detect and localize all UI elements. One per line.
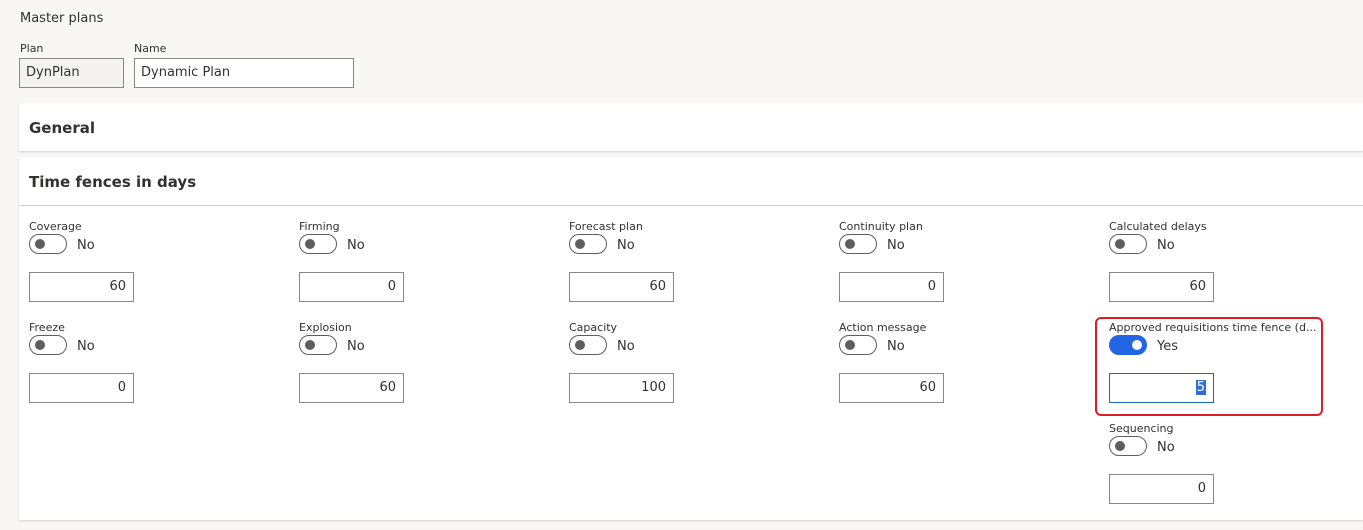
- page-title: Master plans: [20, 11, 104, 26]
- capacity-toggle[interactable]: [569, 335, 607, 355]
- coverage-toggle[interactable]: [29, 234, 67, 254]
- field-label: Capacity: [569, 321, 618, 334]
- toggle-knob: [1132, 340, 1142, 350]
- general-section[interactable]: General: [19, 103, 1363, 151]
- firming-toggle[interactable]: [299, 234, 337, 254]
- firming-days-input[interactable]: 0: [299, 272, 404, 302]
- toggle-state-text: No: [77, 238, 95, 253]
- forecast-plan-days-input[interactable]: 60: [569, 272, 674, 302]
- toggle-knob: [845, 239, 855, 249]
- field-label: Sequencing: [1109, 422, 1174, 435]
- field-label: Calculated delays: [1109, 220, 1207, 233]
- toggle-state-text: No: [347, 238, 365, 253]
- field-label: Freeze: [29, 321, 65, 334]
- calculated-delays-toggle[interactable]: [1109, 234, 1147, 254]
- toggle-state-text: No: [1157, 238, 1175, 253]
- toggle-knob: [305, 239, 315, 249]
- approved-requisitions-toggle[interactable]: [1109, 335, 1147, 355]
- toggle-knob: [35, 340, 45, 350]
- explosion-toggle[interactable]: [299, 335, 337, 355]
- capacity-days-input[interactable]: 100: [569, 373, 674, 403]
- explosion-days-input[interactable]: 60: [299, 373, 404, 403]
- plan-field[interactable]: DynPlan: [19, 58, 124, 88]
- toggle-knob: [575, 239, 585, 249]
- field-label: Coverage: [29, 220, 82, 233]
- toggle-state-text: No: [77, 339, 95, 354]
- field-label: Continuity plan: [839, 220, 923, 233]
- plan-label: Plan: [20, 42, 44, 55]
- field-label: Approved requisitions time fence (d...: [1109, 321, 1317, 334]
- approved-requisitions-days-input[interactable]: 5: [1109, 373, 1214, 403]
- continuity-plan-toggle[interactable]: [839, 234, 877, 254]
- forecast-plan-toggle[interactable]: [569, 234, 607, 254]
- toggle-knob: [575, 340, 585, 350]
- time-fences-section: Time fences in days Coverage No 60 Firmi…: [19, 157, 1363, 520]
- toggle-state-text: No: [347, 339, 365, 354]
- action-message-days-input[interactable]: 60: [839, 373, 944, 403]
- toggle-knob: [1115, 441, 1125, 451]
- action-message-toggle[interactable]: [839, 335, 877, 355]
- time-fences-section-title[interactable]: Time fences in days: [29, 173, 196, 191]
- field-label: Explosion: [299, 321, 352, 334]
- continuity-plan-days-input[interactable]: 0: [839, 272, 944, 302]
- coverage-days-input[interactable]: 60: [29, 272, 134, 302]
- freeze-days-input[interactable]: 0: [29, 373, 134, 403]
- toggle-knob: [845, 340, 855, 350]
- toggle-knob: [305, 340, 315, 350]
- toggle-knob: [35, 239, 45, 249]
- sequencing-toggle[interactable]: [1109, 436, 1147, 456]
- field-label: Firming: [299, 220, 340, 233]
- calculated-delays-days-input[interactable]: 60: [1109, 272, 1214, 302]
- toggle-knob: [1115, 239, 1125, 249]
- toggle-state-text: No: [887, 339, 905, 354]
- selected-text: 5: [1195, 380, 1206, 395]
- toggle-state-text: No: [617, 238, 635, 253]
- section-divider: [19, 205, 1363, 206]
- sequencing-days-input[interactable]: 0: [1109, 474, 1214, 504]
- name-field[interactable]: Dynamic Plan: [134, 58, 354, 88]
- field-label: Forecast plan: [569, 220, 643, 233]
- field-label: Action message: [839, 321, 927, 334]
- name-label: Name: [134, 42, 167, 55]
- toggle-state-text: No: [617, 339, 635, 354]
- toggle-state-text: No: [1157, 440, 1175, 455]
- toggle-state-text: No: [887, 238, 905, 253]
- toggle-state-text: Yes: [1157, 339, 1178, 354]
- freeze-toggle[interactable]: [29, 335, 67, 355]
- general-section-title[interactable]: General: [29, 119, 95, 137]
